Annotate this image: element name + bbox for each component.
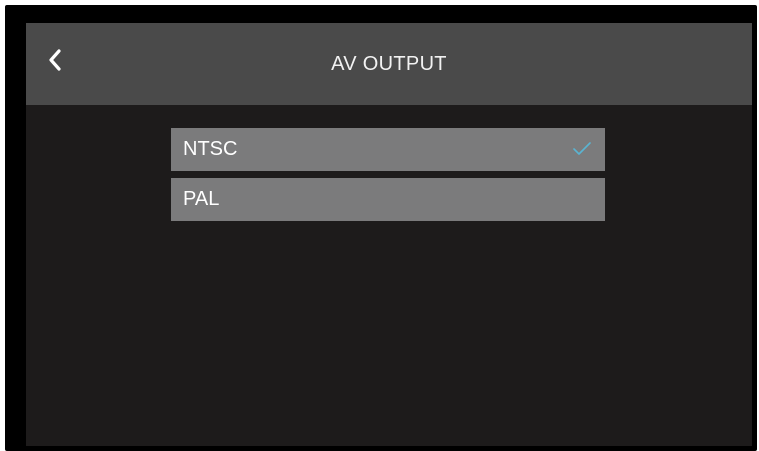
chevron-left-icon [49, 49, 61, 71]
option-pal[interactable]: PAL [171, 178, 605, 221]
device-bezel: AV OUTPUT NTSC PAL [5, 5, 757, 451]
option-ntsc[interactable]: NTSC [171, 128, 605, 171]
header-bar: AV OUTPUT [26, 23, 752, 105]
check-icon [573, 142, 591, 155]
option-label: PAL [183, 188, 220, 210]
screen: AV OUTPUT NTSC PAL [26, 23, 752, 446]
option-label: NTSC [183, 138, 238, 160]
page-title: AV OUTPUT [331, 53, 447, 75]
back-button[interactable] [42, 43, 72, 79]
